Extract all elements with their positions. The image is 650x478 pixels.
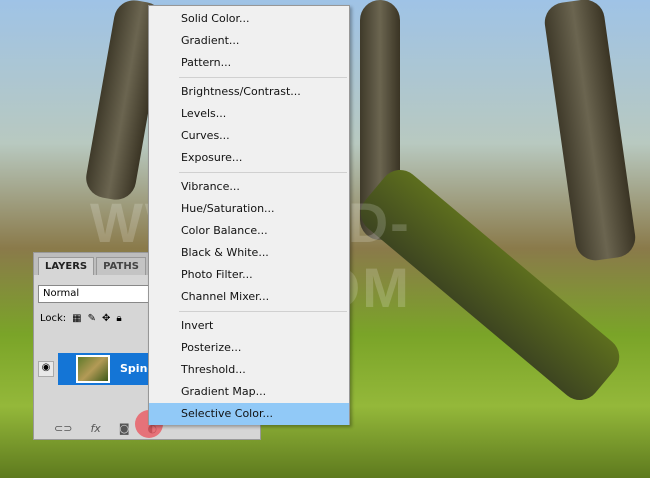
menu-item-exposure[interactable]: Exposure...	[149, 147, 349, 169]
menu-item-selective-color[interactable]: Selective Color...	[149, 403, 349, 425]
blend-mode-select[interactable]: Normal	[38, 285, 158, 303]
menu-item-photo-filter[interactable]: Photo Filter...	[149, 264, 349, 286]
mask-icon[interactable]: ◙	[119, 422, 130, 435]
menu-item-hue-saturation[interactable]: Hue/Saturation...	[149, 198, 349, 220]
lock-transparency-icon[interactable]: ▦	[72, 313, 81, 324]
lock-brush-icon[interactable]: ✎	[88, 313, 96, 324]
menu-item-black-white[interactable]: Black & White...	[149, 242, 349, 264]
menu-item-threshold[interactable]: Threshold...	[149, 359, 349, 381]
menu-item-levels[interactable]: Levels...	[149, 103, 349, 125]
menu-item-posterize[interactable]: Posterize...	[149, 337, 349, 359]
menu-item-curves[interactable]: Curves...	[149, 125, 349, 147]
lock-all-icon[interactable]: 🔒︎	[116, 313, 121, 324]
menu-separator	[179, 311, 347, 312]
menu-item-pattern[interactable]: Pattern...	[149, 52, 349, 74]
link-icon[interactable]: ⊂⊃	[54, 422, 72, 435]
menu-item-gradient-map[interactable]: Gradient Map...	[149, 381, 349, 403]
tab-paths[interactable]: PATHS	[96, 257, 146, 275]
tab-layers[interactable]: LAYERS	[38, 257, 95, 275]
eye-icon[interactable]: ◉	[38, 361, 54, 377]
lock-row: Lock: ▦ ✎ ✥ 🔒︎	[40, 313, 122, 324]
lock-move-icon[interactable]: ✥	[102, 313, 110, 324]
menu-item-vibrance[interactable]: Vibrance...	[149, 176, 349, 198]
menu-separator	[179, 77, 347, 78]
menu-item-gradient[interactable]: Gradient...	[149, 30, 349, 52]
menu-item-solid-color[interactable]: Solid Color...	[149, 8, 349, 30]
lock-label: Lock:	[40, 313, 67, 324]
fx-icon[interactable]: fx	[90, 422, 100, 435]
layer-thumbnail	[76, 355, 110, 383]
adjustment-menu: Solid Color... Gradient... Pattern... Br…	[148, 5, 350, 425]
menu-item-channel-mixer[interactable]: Channel Mixer...	[149, 286, 349, 308]
menu-item-brightness-contrast[interactable]: Brightness/Contrast...	[149, 81, 349, 103]
menu-item-color-balance[interactable]: Color Balance...	[149, 220, 349, 242]
menu-separator	[179, 172, 347, 173]
menu-item-invert[interactable]: Invert	[149, 315, 349, 337]
